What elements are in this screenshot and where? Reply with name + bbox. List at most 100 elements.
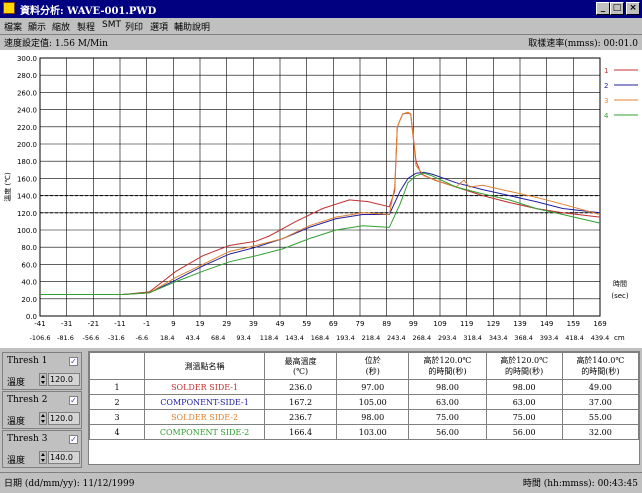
- sample-rate: 取樣速率(mmss): 00:01.0: [528, 39, 638, 49]
- menu-view[interactable]: 顯示: [28, 20, 46, 33]
- row-at: 103.00: [336, 424, 410, 440]
- row-at: 98.00: [336, 409, 410, 425]
- title-bar: 資料分析: WAVE-001.PWD _ □ ×: [0, 0, 642, 18]
- info-bar: 速度設定值: 1.56 M/Min 取樣速率(mmss): 00:01.0: [0, 35, 642, 49]
- x-time-tick-label: 129: [487, 320, 500, 328]
- y-tick-label: 300.0: [17, 55, 37, 63]
- table-row[interactable]: 1 SOLDER SIDE-1 236.0 97.00 98.00 98.00 …: [88, 379, 640, 395]
- thresh-1-temp-label: 溫度: [7, 378, 26, 388]
- row-above-1: 98.00: [408, 379, 487, 395]
- results-table: 測溫點名稱 最高溫度 (℃) 位於 (秒) 高於120.0℃ 的時間(秒) 高於…: [88, 352, 640, 440]
- menu-zoom[interactable]: 縮放: [52, 20, 70, 33]
- menu-options[interactable]: 選項: [150, 20, 168, 33]
- x-dist-tick-label: 143.4: [285, 334, 304, 342]
- thresh-2-spinner[interactable]: [39, 412, 47, 425]
- menu-smt[interactable]: SMT: [102, 20, 121, 30]
- x-dist-tick-label: 293.4: [438, 334, 457, 342]
- x-dist-unit: cm: [614, 334, 625, 342]
- legend-label: 4: [604, 112, 609, 120]
- row-above-3: 55.00: [561, 409, 640, 425]
- y-tick-label: 220.0: [17, 124, 37, 132]
- thresh-1-checkbox[interactable]: ✓: [69, 357, 78, 366]
- legend-label: 1: [604, 67, 608, 75]
- table-row[interactable]: 4 COMPONENT SIDE-2 166.4 103.00 56.00 56…: [88, 424, 640, 440]
- x-time-tick-label: 69: [329, 320, 338, 328]
- row-above-1: 56.00: [408, 424, 487, 440]
- y-tick-label: 40.0: [21, 279, 37, 287]
- thresh-3-panel: Thresh 3 ✓ 溫度: [2, 430, 82, 468]
- maximize-button[interactable]: □: [610, 2, 624, 15]
- legend-label: 3: [604, 97, 608, 105]
- x-dist-tick-label: 18.4: [160, 334, 174, 342]
- x-dist-tick-label: 93.4: [236, 334, 250, 342]
- row-at: 97.00: [336, 379, 410, 395]
- menu-file[interactable]: 檔案: [4, 20, 22, 33]
- x-dist-tick-label: 439.4: [591, 334, 610, 342]
- row-index: 3: [88, 409, 146, 425]
- x-dist-tick-label: 318.4: [463, 334, 482, 342]
- x-time-tick-label: 89: [382, 320, 391, 328]
- col-header-index: [88, 352, 146, 380]
- x-time-label: 時間: [613, 280, 627, 288]
- thresh-3-input[interactable]: [48, 451, 80, 464]
- thresh-3-checkbox[interactable]: ✓: [69, 435, 78, 444]
- col-header-name: 測溫點名稱: [144, 352, 266, 380]
- table-row[interactable]: 2 COMPONENT-SIDE-1 167.2 105.00 63.00 63…: [88, 394, 640, 410]
- thresh-1-spinner[interactable]: [39, 373, 47, 386]
- row-at: 105.00: [336, 394, 410, 410]
- app-icon: [3, 2, 15, 14]
- x-dist-tick-label: -56.6: [82, 334, 99, 342]
- x-time-tick-label: 139: [513, 320, 526, 328]
- row-max-temp: 236.0: [264, 379, 338, 395]
- thresh-2-label: Thresh 2: [7, 395, 48, 405]
- thresh-2-checkbox[interactable]: ✓: [69, 396, 78, 405]
- x-dist-tick-label: 393.4: [540, 334, 559, 342]
- table-row[interactable]: 3 SOLDER SIDE-2 236.7 98.00 75.00 75.00 …: [88, 409, 640, 425]
- close-button[interactable]: ×: [626, 2, 640, 15]
- window-title: 資料分析: WAVE-001.PWD: [20, 6, 157, 17]
- x-dist-tick-label: 168.4: [311, 334, 330, 342]
- chart-area: 0.0 20.0 40.0 60.0 80.0 100.0 120.0 140.0 160.0 1…: [0, 50, 642, 348]
- thresh-3-spinner[interactable]: [39, 451, 47, 464]
- thresh-1-input[interactable]: [48, 373, 80, 386]
- x-dist-tick-label: -81.6: [57, 334, 74, 342]
- y-tick-label: 160.0: [17, 175, 37, 183]
- y-tick-label: 280.0: [17, 72, 37, 80]
- minimize-button[interactable]: _: [596, 2, 610, 15]
- thresh-2-panel: Thresh 2 ✓ 溫度: [2, 391, 82, 429]
- menu-process[interactable]: 製程: [77, 20, 95, 33]
- x-time-tick-label: 39: [249, 320, 258, 328]
- y-tick-label: 180.0: [17, 158, 37, 166]
- row-above-2: 75.00: [485, 409, 563, 425]
- thresh-2-input[interactable]: [48, 412, 80, 425]
- row-max-temp: 236.7: [264, 409, 338, 425]
- col-header-at: 位於 (秒): [336, 352, 410, 380]
- speed-setting: 速度設定值: 1.56 M/Min: [4, 39, 108, 49]
- col-header-above-3: 高於140.0℃ 的時間(秒): [561, 352, 640, 380]
- x-time-tick-label: 59: [302, 320, 311, 328]
- col-header-above-1: 高於120.0℃ 的時間(秒): [408, 352, 487, 380]
- y-tick-label: 120.0: [17, 210, 37, 218]
- col-header-above-2: 高於120.0℃ 的時間(秒): [485, 352, 563, 380]
- x-time-tick-label: -21: [88, 320, 99, 328]
- y-tick-label: 260.0: [17, 89, 37, 97]
- row-index: 2: [88, 394, 146, 410]
- row-above-3: 37.00: [561, 394, 640, 410]
- row-index: 1: [88, 379, 146, 395]
- x-time-tick-label: 49: [276, 320, 285, 328]
- x-time-tick-label: 29: [222, 320, 231, 328]
- menu-print[interactable]: 列印: [125, 20, 143, 33]
- row-above-2: 63.00: [485, 394, 563, 410]
- x-time-tick-label: -31: [61, 320, 72, 328]
- y-tick-label: 140.0: [17, 193, 37, 201]
- x-time-tick-label: 99: [409, 320, 418, 328]
- x-dist-tick-label: 418.4: [565, 334, 584, 342]
- temperature-profile-chart: 0.020.040.060.080.0100.0120.0140.0160.01…: [3, 55, 638, 342]
- x-dist-tick-label: 43.4: [185, 334, 199, 342]
- y-tick-label: 60.0: [21, 261, 37, 269]
- x-time-tick-label: 169: [593, 320, 606, 328]
- status-date: 日期 (dd/mm/yy): 11/12/1999: [4, 479, 135, 489]
- menu-help[interactable]: 輔助說明: [174, 20, 210, 33]
- row-name: COMPONENT-SIDE-1: [144, 394, 266, 410]
- row-above-3: 32.00: [561, 424, 640, 440]
